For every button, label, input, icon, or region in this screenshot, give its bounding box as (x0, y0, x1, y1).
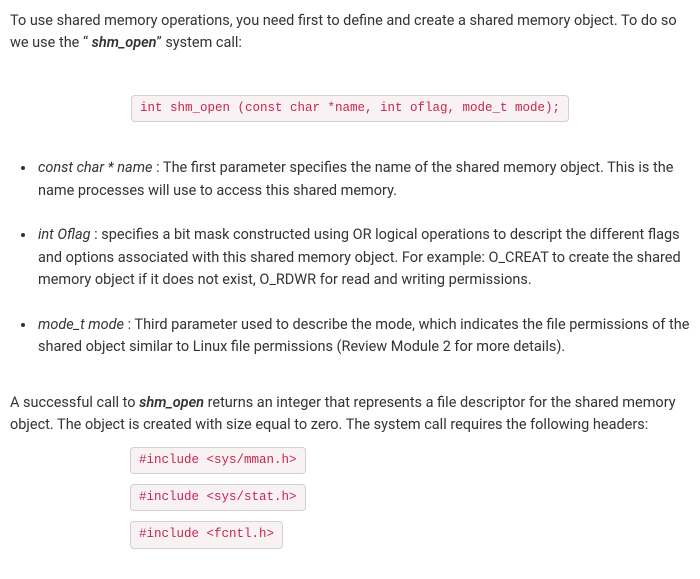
outro-pre: A successful call to (10, 394, 139, 411)
list-item: int Oflag : specifies a bit mask constru… (36, 224, 690, 291)
param-name: int Oflag (38, 226, 91, 243)
list-item: const char * name : The first parameter … (36, 157, 690, 202)
param-desc: : specifies a bit mask constructed using… (38, 226, 681, 288)
intro-syscall-name: shm_open (88, 34, 156, 51)
intro-paragraph: To use shared memory operations, you nee… (10, 10, 690, 55)
signature-row: int shm_open (const char *name, int ofla… (10, 95, 690, 122)
shm-open-signature-code: int shm_open (const char *name, int ofla… (131, 95, 569, 122)
param-name: const char * name (38, 159, 153, 176)
list-item: mode_t mode : Third parameter used to de… (36, 314, 690, 359)
includes-block: #include <sys/mman.h> #include <sys/stat… (130, 447, 690, 549)
outro-syscall-name: shm_open (139, 394, 204, 411)
include-code: #include <sys/stat.h> (130, 484, 306, 511)
include-code: #include <fcntl.h> (130, 521, 283, 548)
parameter-list: const char * name : The first parameter … (10, 157, 690, 358)
outro-paragraph: A successful call to shm_open returns an… (10, 392, 690, 437)
intro-post: ” system call: (157, 34, 242, 51)
include-code: #include <sys/mman.h> (130, 447, 306, 474)
param-desc: : Third parameter used to describe the m… (38, 316, 689, 355)
param-name: mode_t mode (38, 316, 124, 333)
